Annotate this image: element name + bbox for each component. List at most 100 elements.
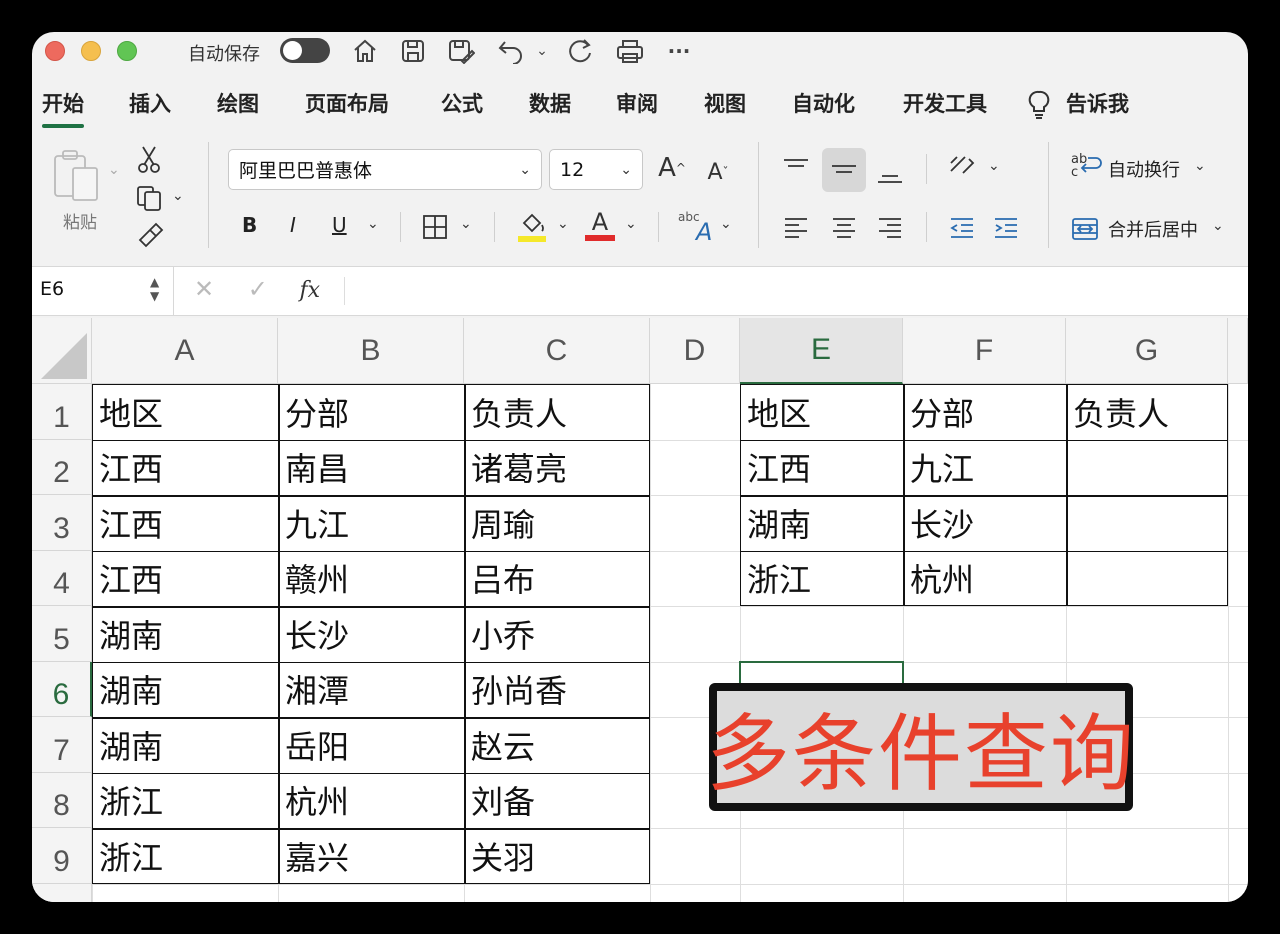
tab-data[interactable]: 数据 — [529, 88, 571, 118]
cell-g3[interactable] — [1066, 495, 1228, 551]
increase-indent-icon[interactable] — [988, 210, 1024, 246]
cell-c9[interactable]: 关羽 — [464, 828, 650, 884]
cell-a5[interactable]: 湖南 — [92, 606, 278, 662]
cut-icon[interactable] — [134, 144, 164, 174]
name-box-stepper-icon[interactable]: ▲ ▼ — [150, 275, 159, 303]
fill-color-icon[interactable] — [514, 208, 550, 244]
cell-b9[interactable]: 嘉兴 — [278, 828, 464, 884]
cell-e3[interactable]: 湖南 — [740, 495, 903, 551]
undo-dropdown-icon[interactable]: ⌄ — [534, 34, 550, 68]
borders-icon[interactable] — [418, 210, 452, 244]
cell-a1[interactable]: 地区 — [92, 384, 278, 440]
cell-f3[interactable]: 长沙 — [903, 495, 1066, 551]
copy-dropdown-icon[interactable]: ⌄ — [172, 188, 184, 204]
column-header-f[interactable]: F — [903, 318, 1066, 384]
row-header-3[interactable]: 3 — [32, 495, 92, 551]
undo-icon[interactable] — [496, 34, 526, 68]
align-bottom-icon[interactable] — [872, 158, 908, 194]
more-icon[interactable]: ··· — [664, 34, 694, 68]
redo-icon[interactable] — [564, 34, 596, 68]
home-icon[interactable] — [350, 34, 380, 68]
column-header-g[interactable]: G — [1066, 318, 1228, 384]
tab-page-layout[interactable]: 页面布局 — [305, 88, 389, 118]
column-header-d[interactable]: D — [650, 318, 740, 384]
cell-f4[interactable]: 杭州 — [903, 551, 1066, 607]
row-header-8[interactable]: 8 — [32, 772, 92, 828]
cell-c3[interactable]: 周瑜 — [464, 495, 650, 551]
merge-center-label[interactable]: 合并后居中 — [1108, 216, 1198, 242]
row-header-7[interactable]: 7 — [32, 717, 92, 773]
italic-button[interactable]: I — [290, 213, 296, 237]
cell-e4[interactable]: 浙江 — [740, 551, 903, 607]
save-as-icon[interactable] — [446, 34, 476, 68]
tab-review[interactable]: 审阅 — [616, 88, 658, 118]
cell-e2[interactable]: 江西 — [740, 440, 903, 496]
font-size-select[interactable]: 12 ⌄ — [549, 149, 643, 190]
cell-a3[interactable]: 江西 — [92, 495, 278, 551]
align-center-icon[interactable] — [826, 210, 862, 246]
column-header-e[interactable]: E — [740, 318, 903, 384]
function-icon[interactable]: fx — [300, 278, 321, 303]
cancel-icon[interactable]: ✕ — [194, 275, 214, 303]
wrap-text-dropdown-icon[interactable]: ⌄ — [1194, 158, 1206, 174]
column-header-b[interactable]: B — [278, 318, 464, 384]
row-header-10[interactable] — [32, 883, 92, 902]
cell-c7[interactable]: 赵云 — [464, 717, 650, 773]
name-box[interactable]: E6 ▲ ▼ — [32, 267, 174, 315]
orientation-icon[interactable] — [944, 150, 980, 186]
fill-color-dropdown-icon[interactable]: ⌄ — [557, 216, 569, 232]
cell-a2[interactable]: 江西 — [92, 440, 278, 496]
save-icon[interactable] — [398, 34, 428, 68]
cell-b5[interactable]: 长沙 — [278, 606, 464, 662]
underline-dropdown-icon[interactable]: ⌄ — [367, 216, 379, 232]
row-header-2[interactable]: 2 — [32, 439, 92, 495]
tab-draw[interactable]: 绘图 — [217, 88, 259, 118]
cell-a7[interactable]: 湖南 — [92, 717, 278, 773]
row-header-5[interactable]: 5 — [32, 606, 92, 662]
tab-formulas[interactable]: 公式 — [441, 88, 483, 118]
underline-button[interactable]: U — [332, 213, 347, 237]
row-header-6[interactable]: 6 — [32, 661, 92, 717]
cell-c5[interactable]: 小乔 — [464, 606, 650, 662]
cell-c1[interactable]: 负责人 — [464, 384, 650, 440]
cell-g4[interactable] — [1066, 551, 1228, 607]
cell-a8[interactable]: 浙江 — [92, 773, 278, 829]
column-header-c[interactable]: C — [464, 318, 650, 384]
align-middle-icon[interactable] — [822, 148, 866, 192]
confirm-icon[interactable]: ✓ — [248, 275, 268, 303]
cell-b8[interactable]: 杭州 — [278, 773, 464, 829]
phonetic-dropdown-icon[interactable]: ⌄ — [720, 216, 732, 232]
font-name-select[interactable]: 阿里巴巴普惠体 ⌄ — [228, 149, 542, 190]
cell-c6[interactable]: 孙尚香 — [464, 662, 650, 718]
paste-dropdown-icon[interactable]: ⌄ — [108, 162, 120, 178]
orientation-dropdown-icon[interactable]: ⌄ — [988, 158, 1000, 174]
cell-a6[interactable]: 湖南 — [92, 662, 278, 718]
bold-button[interactable]: B — [242, 213, 257, 237]
print-icon[interactable] — [614, 34, 646, 68]
merge-center-dropdown-icon[interactable]: ⌄ — [1212, 218, 1224, 234]
select-all-button[interactable] — [32, 318, 92, 384]
autosave-toggle[interactable] — [280, 38, 330, 63]
cell-a9[interactable]: 浙江 — [92, 828, 278, 884]
row-header-4[interactable]: 4 — [32, 550, 92, 606]
tab-view[interactable]: 视图 — [704, 88, 746, 118]
cell-c2[interactable]: 诸葛亮 — [464, 440, 650, 496]
borders-dropdown-icon[interactable]: ⌄ — [460, 216, 472, 232]
cell-g2[interactable] — [1066, 440, 1228, 496]
cell-f1[interactable]: 分部 — [903, 384, 1066, 440]
cell-b7[interactable]: 岳阳 — [278, 717, 464, 773]
align-left-icon[interactable] — [778, 210, 814, 246]
spreadsheet-grid[interactable]: A B C D E F G 1 2 3 4 5 6 7 8 9 地区 分部 负责人 江西 南昌 诸葛亮 江西 九江 周瑜 江西 赣州… — [32, 318, 1248, 902]
cell-a4[interactable]: 江西 — [92, 551, 278, 607]
cell-c8[interactable]: 刘备 — [464, 773, 650, 829]
decrease-indent-icon[interactable] — [944, 210, 980, 246]
phonetic-icon[interactable]: abc A — [676, 208, 716, 246]
cell-b6[interactable]: 湘潭 — [278, 662, 464, 718]
cell-b4[interactable]: 赣州 — [278, 551, 464, 607]
align-right-icon[interactable] — [872, 210, 908, 246]
cell-g1[interactable]: 负责人 — [1066, 384, 1228, 440]
cell-b1[interactable]: 分部 — [278, 384, 464, 440]
wrap-text-label[interactable]: 自动换行 — [1108, 156, 1180, 182]
row-header-1[interactable]: 1 — [32, 384, 92, 440]
font-color-dropdown-icon[interactable]: ⌄ — [625, 216, 637, 232]
